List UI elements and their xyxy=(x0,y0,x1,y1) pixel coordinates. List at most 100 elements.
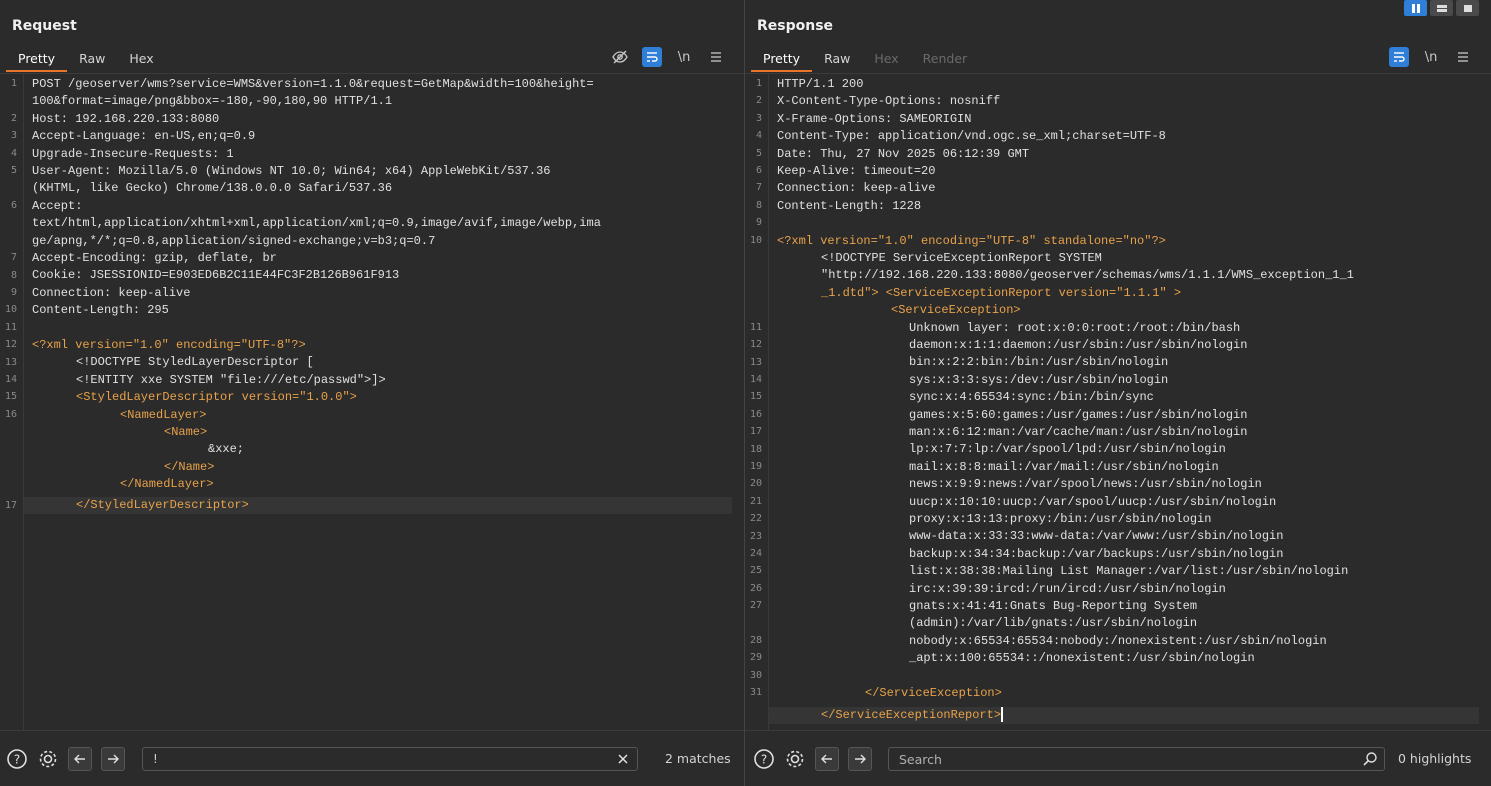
menu-icon[interactable] xyxy=(1453,47,1473,67)
gear-icon[interactable] xyxy=(784,748,806,770)
code-line: <ServiceException> xyxy=(891,303,1021,318)
response-tabs: Pretty Raw Hex Render xyxy=(751,46,979,72)
code-line: gnats:x:41:41:Gnats Bug-Reporting System xyxy=(909,599,1198,613)
line-number: 16 xyxy=(4,409,17,420)
code-line: Content-Type: application/vnd.ogc.se_xml… xyxy=(777,129,1166,144)
code-line: </ServiceException> xyxy=(865,686,1002,700)
svg-text:?: ? xyxy=(14,753,20,767)
search-icon[interactable] xyxy=(1362,751,1378,767)
response-tab-raw[interactable]: Raw xyxy=(812,46,862,72)
wrap-icon[interactable] xyxy=(642,47,662,67)
code-line: HTTP/1.1 200 xyxy=(777,77,864,91)
line-number: 10 xyxy=(749,235,762,246)
previous-match-button[interactable] xyxy=(815,747,839,771)
text-cursor xyxy=(1001,707,1004,723)
code-line: User-Agent: Mozilla/5.0 (Windows NT 10.0… xyxy=(32,164,551,178)
newline-toggle[interactable]: \n xyxy=(1421,47,1441,67)
clear-icon[interactable] xyxy=(615,751,631,767)
line-number: 26 xyxy=(749,583,762,594)
eye-slash-icon[interactable] xyxy=(610,47,630,67)
line-number: 18 xyxy=(749,444,762,455)
menu-icon[interactable] xyxy=(706,47,726,67)
help-icon[interactable]: ? xyxy=(6,748,28,770)
code-line: uucp:x:10:10:uucp:/var/spool/uucp:/usr/s… xyxy=(909,494,1277,509)
next-match-button[interactable] xyxy=(101,747,125,771)
next-match-button[interactable] xyxy=(848,747,872,771)
columns-icon xyxy=(1411,3,1420,13)
previous-match-button[interactable] xyxy=(68,747,92,771)
code-line: bin:x:2:2:bin:/bin:/usr/sbin/nologin xyxy=(909,355,1169,370)
code-line: Cookie: JSESSIONID=E903ED6B2C11E44FC3F2B… xyxy=(32,268,400,283)
line-number: 12 xyxy=(4,339,17,350)
code-line: sys:x:3:3:sys:/dev:/usr/sbin/nologin xyxy=(909,372,1169,387)
request-code[interactable]: POST /geoserver/wms?service=WMS&version=… xyxy=(24,74,744,730)
arrow-left-icon xyxy=(821,754,832,764)
line-number: 31 xyxy=(749,687,762,698)
code-line: </NamedLayer> xyxy=(120,477,214,492)
response-pane: Response Pretty Raw Hex Render \n 1 2 3 … xyxy=(745,0,1491,786)
request-tab-hex[interactable]: Hex xyxy=(117,46,165,72)
code-line: 100&format=image/png&bbox=-180,-90,180,9… xyxy=(32,94,393,109)
newline-toggle[interactable]: \n xyxy=(674,47,694,67)
response-title: Response xyxy=(757,18,834,34)
request-editor-tools: \n xyxy=(610,46,726,68)
request-search-input[interactable]: ! xyxy=(142,747,638,771)
response-code[interactable]: HTTP/1.1 200 X-Content-Type-Options: nos… xyxy=(769,74,1491,730)
request-tab-pretty[interactable]: Pretty xyxy=(6,46,68,72)
request-tab-raw[interactable]: Raw xyxy=(67,46,117,72)
code-line: news:x:9:9:news:/var/spool/news:/usr/sbi… xyxy=(909,477,1262,492)
line-number: 28 xyxy=(749,635,762,646)
gear-icon[interactable] xyxy=(37,748,59,770)
code-line: Connection: keep-alive xyxy=(32,285,191,300)
code-line: Keep-Alive: timeout=20 xyxy=(777,164,936,178)
code-line: Connection: keep-alive xyxy=(777,181,936,196)
code-line: <?xml version="1.0" encoding="UTF-8" sta… xyxy=(777,233,1166,248)
line-number: 16 xyxy=(749,409,762,420)
code-line: </StyledLayerDescriptor> xyxy=(76,498,249,512)
response-editor[interactable]: 1 2 3 4 5 6 7 8 9 10 11 12 13 14 15 16 1… xyxy=(745,73,1491,730)
response-tab-render[interactable]: Render xyxy=(911,46,980,72)
code-line: Content-Length: 295 xyxy=(32,303,169,318)
code-line: man:x:6:12:man:/var/cache/man:/usr/sbin/… xyxy=(909,425,1248,439)
response-search-input[interactable]: Search xyxy=(888,747,1385,771)
response-tab-pretty[interactable]: Pretty xyxy=(751,46,813,72)
svg-text:?: ? xyxy=(761,753,767,767)
line-number: 5 xyxy=(755,148,762,159)
line-number: 14 xyxy=(749,374,762,385)
layout-toggle xyxy=(1404,0,1479,16)
line-number: 7 xyxy=(755,182,762,193)
code-line: <NamedLayer> xyxy=(120,407,207,422)
stacked-view-button[interactable] xyxy=(1430,0,1453,16)
code-line: (admin):/var/lib/gnats:/usr/sbin/nologin xyxy=(909,616,1198,631)
line-number: 1 xyxy=(755,78,762,89)
code-line: irc:x:39:39:ircd:/run/ircd:/usr/sbin/nol… xyxy=(909,581,1226,596)
line-number: 17 xyxy=(4,500,17,511)
line-number: 2 xyxy=(10,113,17,124)
line-number: 3 xyxy=(10,130,17,141)
code-line: Accept: xyxy=(32,198,83,213)
code-line: (KHTML, like Gecko) Chrome/138.0.0.0 Saf… xyxy=(32,181,393,196)
line-number: 22 xyxy=(749,513,762,524)
wrap-icon[interactable] xyxy=(1389,47,1409,67)
arrow-left-icon xyxy=(74,754,85,764)
code-line: mail:x:8:8:mail:/var/mail:/usr/sbin/nolo… xyxy=(909,459,1219,474)
request-bottom-bar: ? ! 2 matches xyxy=(0,730,744,786)
code-line: <?xml version="1.0" encoding="UTF-8"?> xyxy=(32,338,306,352)
line-number: 21 xyxy=(749,496,762,507)
code-line: Upgrade-Insecure-Requests: 1 xyxy=(32,146,234,161)
code-line: </ServiceExceptionReport> xyxy=(821,707,1004,724)
code-line: _apt:x:100:65534::/nonexistent:/usr/sbin… xyxy=(909,651,1255,666)
line-number: 1 xyxy=(10,78,17,89)
help-icon[interactable]: ? xyxy=(753,748,775,770)
highlight-count: 0 highlights xyxy=(1398,751,1472,766)
code-line: list:x:38:38:Mailing List Manager:/var/l… xyxy=(909,564,1349,579)
single-pane-icon xyxy=(1463,4,1472,12)
request-editor[interactable]: 1 2 3 4 5 6 7 8 9 10 11 12 13 14 15 16 1… xyxy=(0,73,744,730)
single-view-button[interactable] xyxy=(1456,0,1479,16)
line-number: 29 xyxy=(749,652,762,663)
response-tab-hex[interactable]: Hex xyxy=(862,46,910,72)
line-number: 13 xyxy=(749,357,762,368)
rows-icon xyxy=(1436,4,1447,12)
split-view-button[interactable] xyxy=(1404,0,1427,16)
line-number: 11 xyxy=(4,322,17,333)
